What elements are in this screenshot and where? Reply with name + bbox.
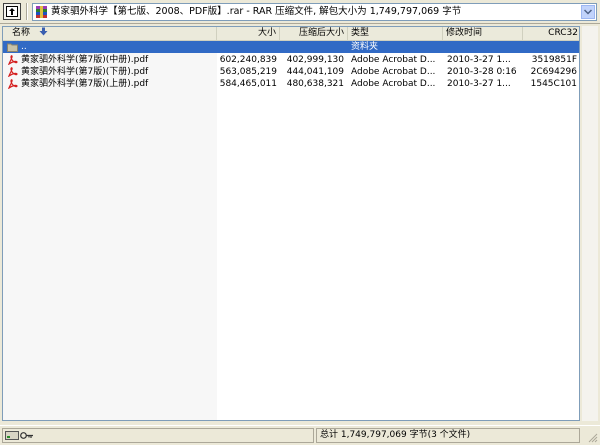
sort-arrow-icon — [39, 27, 48, 36]
file-crc: 1545C101 — [530, 79, 577, 89]
file-packed-size: 402,999,130 — [286, 55, 344, 65]
toolbar-separator — [26, 3, 28, 20]
header-crc[interactable]: CRC32 — [523, 27, 579, 40]
vertical-scrollbar-track[interactable] — [582, 26, 598, 421]
pdf-icon — [8, 55, 18, 65]
folder-name: .. — [21, 42, 27, 52]
status-left-pane — [2, 428, 314, 443]
toolbar: 黄家驷外科学【第七版、2008、PDF版】.rar - RAR 压缩文件, 解包… — [0, 0, 600, 24]
rar-archive-icon — [36, 6, 47, 18]
pdf-icon — [8, 79, 18, 89]
file-modified: 2010-3-28 0:16 — [447, 67, 517, 77]
file-name: 黄家驷外科学(第7版)(中册).pdf — [21, 55, 149, 65]
up-folder-button[interactable] — [3, 3, 21, 20]
file-type: Adobe Acrobat D... — [351, 79, 436, 89]
list-header: 名称 大小 压缩后大小 类型 修改时间 CRC32 — [3, 27, 579, 41]
file-crc: 2C694296 — [530, 67, 577, 77]
folder-icon — [7, 43, 18, 52]
file-list[interactable]: 名称 大小 压缩后大小 类型 修改时间 CRC32 .. 资料夹 黄家驷外科学(… — [2, 26, 580, 421]
file-type: Adobe Acrobat D... — [351, 67, 436, 77]
file-modified: 2010-3-27 1... — [447, 55, 511, 65]
file-size: 563,085,219 — [219, 67, 277, 77]
folder-type: 资料夹 — [351, 42, 379, 52]
header-packed[interactable]: 压缩后大小 — [280, 27, 348, 40]
archive-path-text: 黄家驷外科学【第七版、2008、PDF版】.rar - RAR 压缩文件, 解包… — [51, 6, 462, 17]
path-combobox[interactable]: 黄家驷外科学【第七版、2008、PDF版】.rar - RAR 压缩文件, 解包… — [32, 3, 597, 21]
header-modified[interactable]: 修改时间 — [443, 27, 523, 40]
file-packed-size: 444,041,109 — [286, 67, 344, 77]
file-size: 602,240,839 — [219, 55, 277, 65]
file-type: Adobe Acrobat D... — [351, 55, 436, 65]
file-modified: 2010-3-27 1... — [447, 79, 511, 89]
header-size[interactable]: 大小 — [217, 27, 280, 40]
list-item[interactable]: 黄家驷外科学(第7版)(上册).pdf 584,465,011 480,638,… — [3, 78, 579, 90]
header-type[interactable]: 类型 — [348, 27, 443, 40]
header-name-label: 名称 — [12, 28, 31, 38]
resize-grip-icon[interactable] — [586, 431, 598, 443]
pdf-icon — [8, 67, 18, 77]
header-name[interactable]: 名称 — [3, 27, 217, 40]
status-bar: 总计 1,749,797,069 字节(3 个文件) — [0, 425, 600, 445]
up-arrow-icon — [6, 6, 18, 17]
file-packed-size: 480,638,321 — [286, 79, 344, 89]
list-item[interactable]: 黄家驷外科学(第7版)(中册).pdf 602,240,839 402,999,… — [3, 54, 579, 66]
drive-icon — [5, 431, 19, 440]
chevron-down-icon — [584, 9, 592, 15]
file-size: 584,465,011 — [219, 79, 277, 89]
list-item-parent-folder[interactable]: .. 资料夹 — [3, 41, 579, 53]
path-dropdown-button[interactable] — [581, 5, 595, 19]
status-summary: 总计 1,749,797,069 字节(3 个文件) — [316, 428, 580, 443]
file-crc: 3519851F — [531, 55, 577, 65]
file-name: 黄家驷外科学(第7版)(上册).pdf — [21, 79, 149, 89]
name-column-background — [3, 41, 217, 420]
list-item[interactable]: 黄家驷外科学(第7版)(下册).pdf 563,085,219 444,041,… — [3, 66, 579, 78]
key-icon — [20, 432, 33, 439]
file-name: 黄家驷外科学(第7版)(下册).pdf — [21, 67, 149, 77]
